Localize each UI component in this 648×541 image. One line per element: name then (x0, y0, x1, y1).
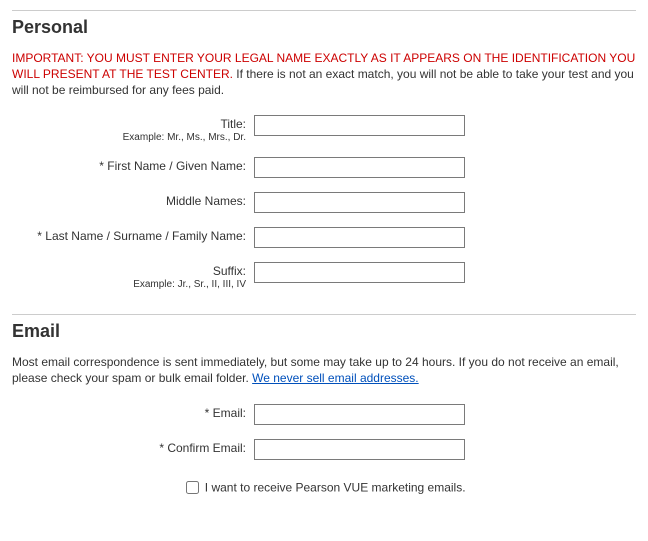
first-name-input[interactable] (254, 157, 465, 178)
last-name-label: * Last Name / Surname / Family Name: (37, 229, 246, 243)
personal-heading: Personal (12, 17, 636, 38)
middle-names-label: Middle Names: (166, 194, 246, 208)
suffix-row: Suffix: Example: Jr., Sr., II, III, IV (12, 262, 636, 290)
email-top-divider (12, 314, 636, 315)
first-name-label: * First Name / Given Name: (99, 159, 246, 173)
confirm-email-row: * Confirm Email: (12, 439, 636, 460)
email-label: * Email: (205, 406, 246, 420)
first-name-row: * First Name / Given Name: (12, 157, 636, 178)
marketing-checkbox[interactable] (186, 481, 199, 494)
email-heading: Email (12, 321, 636, 342)
suffix-label: Suffix: (213, 264, 246, 278)
marketing-row: I want to receive Pearson VUE marketing … (12, 478, 636, 497)
suffix-hint: Example: Jr., Sr., II, III, IV (12, 279, 246, 290)
email-input[interactable] (254, 404, 465, 425)
middle-names-row: Middle Names: (12, 192, 636, 213)
confirm-email-label: * Confirm Email: (159, 441, 246, 455)
email-intro: Most email correspondence is sent immedi… (12, 354, 636, 386)
title-row: Title: Example: Mr., Ms., Mrs., Dr. (12, 115, 636, 143)
last-name-row: * Last Name / Surname / Family Name: (12, 227, 636, 248)
title-label: Title: (220, 117, 246, 131)
suffix-input[interactable] (254, 262, 465, 283)
last-name-input[interactable] (254, 227, 465, 248)
email-row: * Email: (12, 404, 636, 425)
title-hint: Example: Mr., Ms., Mrs., Dr. (12, 132, 246, 143)
confirm-email-input[interactable] (254, 439, 465, 460)
personal-top-divider (12, 10, 636, 11)
middle-names-input[interactable] (254, 192, 465, 213)
personal-notice: IMPORTANT: YOU MUST ENTER YOUR LEGAL NAM… (12, 50, 636, 99)
marketing-label[interactable]: I want to receive Pearson VUE marketing … (205, 480, 466, 494)
title-input[interactable] (254, 115, 465, 136)
email-privacy-link[interactable]: We never sell email addresses. (252, 371, 419, 385)
